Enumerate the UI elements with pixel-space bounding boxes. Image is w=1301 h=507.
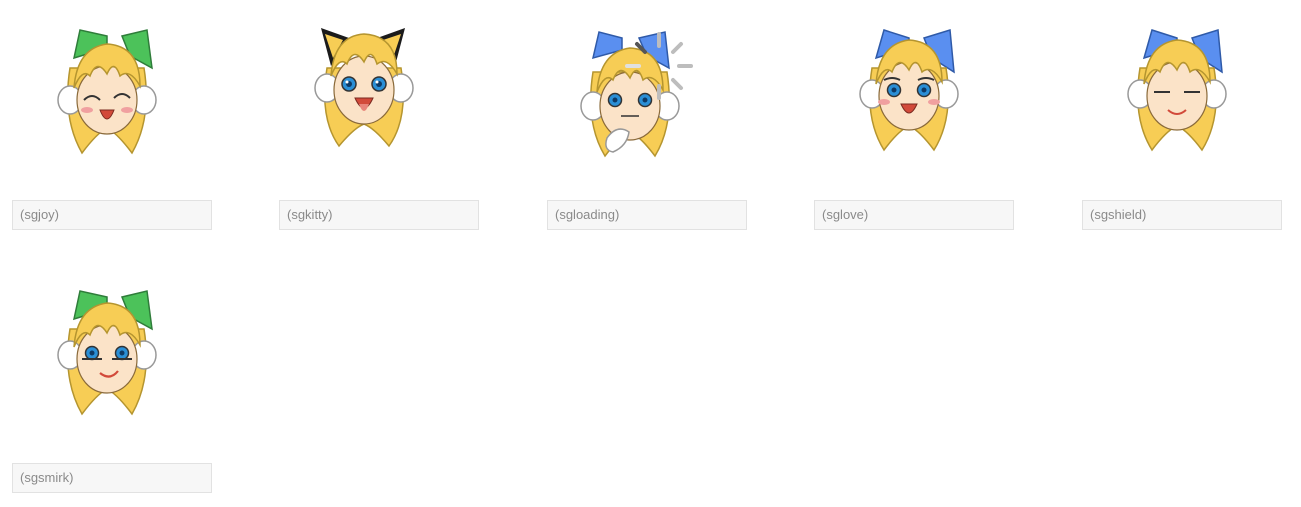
sgkitty-avatar: [279, 0, 479, 170]
emoticon-code-field[interactable]: (sgsmirk): [12, 463, 212, 493]
emoticon-code-field[interactable]: (sgloading): [547, 200, 747, 230]
emoticon-code-field[interactable]: (sglove): [814, 200, 1014, 230]
sgjoy-avatar: [12, 0, 212, 170]
emoticon-code-field[interactable]: (sgjoy): [12, 200, 212, 230]
sgshield-avatar: [1082, 0, 1282, 170]
emoticon-code-field[interactable]: (sgkitty): [279, 200, 479, 230]
sgloading-avatar: [547, 0, 747, 170]
emoticon-code-field[interactable]: (sgshield): [1082, 200, 1282, 230]
sgsmirk-avatar: [12, 263, 212, 433]
sglove-avatar: [814, 0, 1014, 170]
